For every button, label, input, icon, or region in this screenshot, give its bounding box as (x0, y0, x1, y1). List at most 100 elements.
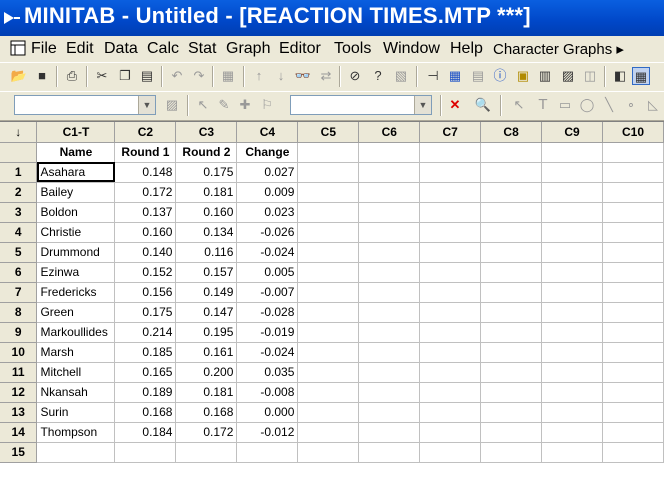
chevron-down-icon[interactable]: ▼ (138, 96, 155, 114)
cell-name[interactable]: Bailey (36, 182, 116, 203)
cell-round1[interactable]: 0.160 (114, 222, 177, 243)
cell-round1[interactable]: 0.172 (114, 182, 177, 203)
cell-empty[interactable] (480, 342, 543, 363)
row-number[interactable]: 9 (0, 322, 38, 343)
chevron-down-icon[interactable]: ▼ (414, 96, 431, 114)
cell-round1[interactable]: 0.140 (114, 242, 177, 263)
cell-empty[interactable] (480, 202, 543, 223)
cell-name[interactable]: Ezinwa (36, 262, 116, 283)
cell-name[interactable]: Christie (36, 222, 116, 243)
cell-name[interactable]: Marsh (36, 342, 116, 363)
cell-round2[interactable]: 0.195 (175, 322, 238, 343)
cell-empty[interactable] (602, 442, 664, 463)
menu-edit[interactable]: Edit (66, 40, 94, 58)
cell-round1[interactable]: 0.156 (114, 282, 177, 303)
cell-round2[interactable]: 0.181 (175, 382, 238, 403)
cell-empty[interactable] (419, 282, 482, 303)
cell-name[interactable]: Surin (36, 402, 116, 423)
cell-empty[interactable] (480, 242, 543, 263)
flag-icon[interactable]: ⚐ (258, 96, 276, 114)
column-name-cell[interactable]: Change (236, 142, 299, 163)
cell-empty[interactable] (358, 242, 421, 263)
cell-empty[interactable] (541, 182, 603, 203)
cell-empty[interactable] (358, 202, 421, 223)
column-name-cell[interactable] (602, 142, 664, 163)
cell-change[interactable]: 0.023 (236, 202, 299, 223)
cell-empty[interactable] (358, 262, 421, 283)
cell-name[interactable]: Fredericks (36, 282, 116, 303)
cell-empty[interactable] (297, 242, 360, 263)
cell-empty[interactable] (602, 182, 664, 203)
reportpad-icon[interactable]: ◫ (581, 67, 599, 85)
next-icon[interactable]: ↓ (272, 67, 290, 85)
cell-empty[interactable] (602, 362, 664, 383)
rectangle-icon[interactable]: ▭ (556, 96, 574, 114)
info-icon[interactable]: ⓘ (491, 67, 509, 85)
edit-last-dialog-icon[interactable]: ▦ (219, 67, 237, 85)
menu-character-graphs[interactable]: Character Graphs ▸ (493, 40, 624, 58)
cell-empty[interactable] (358, 402, 421, 423)
row-number[interactable]: 2 (0, 182, 38, 203)
cell-change[interactable]: 0.000 (236, 402, 299, 423)
line-tool-icon[interactable]: ╲ (600, 96, 618, 114)
cell-empty[interactable] (480, 182, 543, 203)
stop-icon[interactable]: ▧ (392, 67, 410, 85)
zoom-icon[interactable]: 🔍 (474, 96, 492, 114)
row-number[interactable]: 13 (0, 402, 38, 423)
cell-round2[interactable]: 0.160 (175, 202, 238, 223)
cell-name[interactable]: Mitchell (36, 362, 116, 383)
name-row-header[interactable] (0, 142, 38, 163)
redo-icon[interactable]: ↷ (190, 67, 208, 85)
row-number[interactable]: 8 (0, 302, 38, 323)
project-manager-icon[interactable]: ▤ (469, 67, 487, 85)
cell-change[interactable]: -0.024 (236, 342, 299, 363)
cell-round1[interactable]: 0.168 (114, 402, 177, 423)
column-header[interactable]: C7 (419, 122, 482, 143)
replace-icon[interactable]: ⇄ (317, 67, 335, 85)
cell-empty[interactable] (541, 322, 603, 343)
cell-name[interactable]: Boldon (36, 202, 116, 223)
cell-round2[interactable]: 0.147 (175, 302, 238, 323)
row-number[interactable]: 3 (0, 202, 38, 223)
menu-stat[interactable]: Stat (188, 40, 216, 58)
row-number[interactable]: 12 (0, 382, 38, 403)
text-tool-icon[interactable]: T (534, 96, 552, 114)
cell-empty[interactable] (297, 162, 360, 183)
cancel-icon[interactable]: ⊘ (346, 67, 364, 85)
cell-empty[interactable] (602, 162, 664, 183)
row-number[interactable]: 10 (0, 342, 38, 363)
row-number[interactable]: 1 (0, 162, 38, 183)
cell-empty[interactable] (541, 422, 603, 443)
column-header[interactable]: C3 (175, 122, 238, 143)
cell-empty[interactable] (358, 362, 421, 383)
cell-empty[interactable] (297, 262, 360, 283)
cell-empty[interactable] (297, 182, 360, 203)
cell-empty[interactable] (541, 202, 603, 223)
cell-empty[interactable] (297, 342, 360, 363)
cell-round1[interactable] (114, 442, 177, 463)
cell-round1[interactable]: 0.148 (114, 162, 177, 183)
cell-empty[interactable] (602, 402, 664, 423)
cell-empty[interactable] (541, 262, 603, 283)
menu-editor[interactable]: Editor (279, 40, 321, 58)
cell-round2[interactable]: 0.149 (175, 282, 238, 303)
column-header[interactable]: C9 (541, 122, 603, 143)
cell-empty[interactable] (419, 162, 482, 183)
column-name-cell[interactable]: Round 2 (175, 142, 238, 163)
cell-empty[interactable] (480, 442, 543, 463)
cell-empty[interactable] (602, 302, 664, 323)
cell-empty[interactable] (602, 222, 664, 243)
cell-empty[interactable] (480, 262, 543, 283)
cell-empty[interactable] (480, 362, 543, 383)
cell-empty[interactable] (419, 202, 482, 223)
cell-empty[interactable] (602, 422, 664, 443)
cell-round2[interactable]: 0.181 (175, 182, 238, 203)
crosshairs-icon[interactable]: ✚ (236, 96, 254, 114)
column-name-cell[interactable] (358, 142, 421, 163)
cell-empty[interactable] (419, 222, 482, 243)
cell-round1[interactable]: 0.152 (114, 262, 177, 283)
cell-round1[interactable]: 0.137 (114, 202, 177, 223)
cell-round1[interactable]: 0.184 (114, 422, 177, 443)
cell-empty[interactable] (297, 422, 360, 443)
column-header[interactable]: C10 (602, 122, 664, 143)
